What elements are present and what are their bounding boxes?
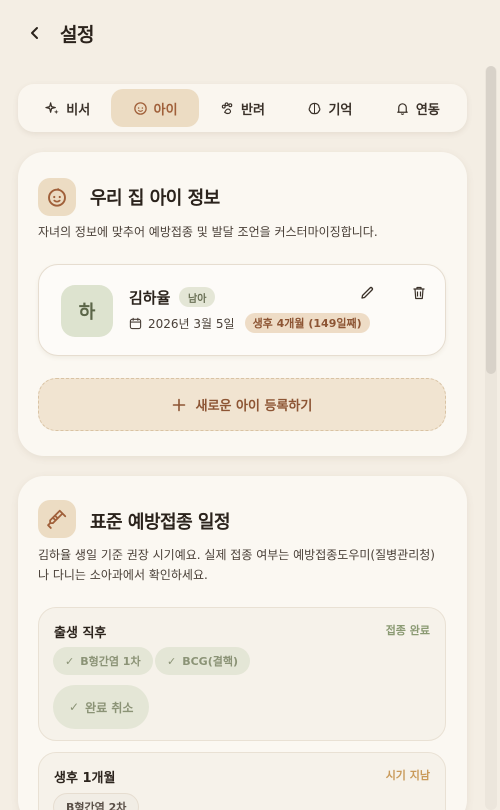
- section-title: 표준 예방접종 일정: [90, 512, 231, 533]
- section-description: 자녀의 정보에 맞추어 예방접종 및 발달 조언을 커스터마이징합니다.: [38, 225, 378, 239]
- vaccine-chip-hepb-2[interactable]: B형간염 2차: [53, 793, 140, 810]
- scrollbar-thumb[interactable]: [486, 66, 496, 374]
- delete-button[interactable]: [409, 283, 429, 303]
- plus-icon: [172, 398, 185, 411]
- add-child-button[interactable]: 새로운 아이 등록하기: [38, 378, 446, 431]
- gender-badge: 남아: [179, 287, 216, 307]
- add-child-label: 새로운 아이 등록하기: [195, 399, 313, 414]
- vaccine-chip-bcg[interactable]: ✓ BCG(결핵): [155, 647, 250, 675]
- group-title: 출생 직후: [54, 626, 107, 641]
- birth-date: 2026년 3월 5일: [148, 316, 235, 331]
- check-icon: ✓: [167, 654, 177, 668]
- tab-label: 아이: [153, 102, 178, 118]
- sparkle-icon: [45, 101, 59, 114]
- tab-label: 연동: [415, 102, 440, 118]
- check-icon: ✓: [69, 700, 80, 714]
- baby-icon: [48, 188, 66, 207]
- vaccine-schedule-card: 표준 예방접종 일정 김하율 생일 기준 권장 시기예요. 실제 접종 여부는 …: [18, 476, 467, 810]
- scrollbar[interactable]: [485, 66, 497, 810]
- child-profile[interactable]: 하 김하율 남아 2026년 3월 5일 생후 4개월 (149일째): [38, 264, 446, 356]
- birth-row: 2026년 3월 5일 생후 4개월 (149일째): [129, 313, 370, 333]
- tab-memory[interactable]: 기억: [286, 89, 373, 127]
- group-status: 시기 지남: [385, 769, 430, 782]
- brain-icon: [309, 102, 321, 114]
- undo-complete-button[interactable]: ✓ 완료 취소: [53, 685, 150, 729]
- tab-label: 비서: [66, 102, 91, 118]
- check-icon: ✓: [65, 654, 75, 668]
- app-header: 설정: [0, 0, 500, 66]
- section-icon: [38, 178, 76, 216]
- tab-label: 반려: [241, 102, 265, 118]
- tab-bar: 비서 아이 반려 기억 연동: [18, 84, 467, 132]
- tab-assistant[interactable]: 비서: [24, 89, 111, 127]
- group-status: 접종 완료: [385, 624, 430, 637]
- section-icon: [38, 500, 76, 538]
- back-button[interactable]: [24, 22, 46, 44]
- tab-label: 기억: [328, 102, 353, 118]
- pencil-icon: [361, 286, 374, 299]
- chip-label: 완료 취소: [85, 700, 134, 715]
- syringe-icon: [47, 509, 67, 529]
- edit-button[interactable]: [357, 283, 377, 303]
- page-title: 설정: [60, 23, 94, 46]
- paw-icon: [221, 101, 233, 114]
- trash-icon: [413, 286, 425, 300]
- section-title: 우리 집 아이 정보: [90, 188, 220, 209]
- tab-pet[interactable]: 반려: [199, 89, 286, 127]
- section-description: 김하율 생일 기준 권장 시기예요. 실제 접종 여부는 예방접종도우미(질병관…: [38, 548, 435, 582]
- calendar-icon: [129, 317, 142, 329]
- group-title: 생후 1개월: [54, 771, 116, 786]
- tab-integration[interactable]: 연동: [374, 89, 461, 127]
- age-badge: 생후 4개월 (149일째): [244, 313, 370, 333]
- child-name: 김하율: [129, 289, 171, 307]
- chip-label: B형간염 2차: [66, 801, 127, 810]
- chip-label: BCG(결핵): [182, 655, 238, 668]
- vaccine-chip-hepb-1[interactable]: ✓ B형간염 1차: [53, 647, 153, 675]
- bell-icon: [397, 102, 408, 115]
- child-info-card: 우리 집 아이 정보 자녀의 정보에 맞추어 예방접종 및 발달 조언을 커스터…: [18, 152, 467, 456]
- vaccine-group-1month: 생후 1개월 시기 지남 B형간염 2차: [38, 752, 446, 810]
- chip-label: B형간염 1차: [80, 655, 141, 668]
- baby-icon: [133, 101, 147, 115]
- tab-child[interactable]: 아이: [111, 89, 199, 127]
- avatar: 하: [61, 285, 113, 337]
- vaccine-group-birth: 출생 직후 접종 완료 ✓ B형간염 1차 ✓ BCG(결핵) ✓ 완료 취소: [38, 607, 446, 741]
- chevron-left-icon: [31, 27, 38, 39]
